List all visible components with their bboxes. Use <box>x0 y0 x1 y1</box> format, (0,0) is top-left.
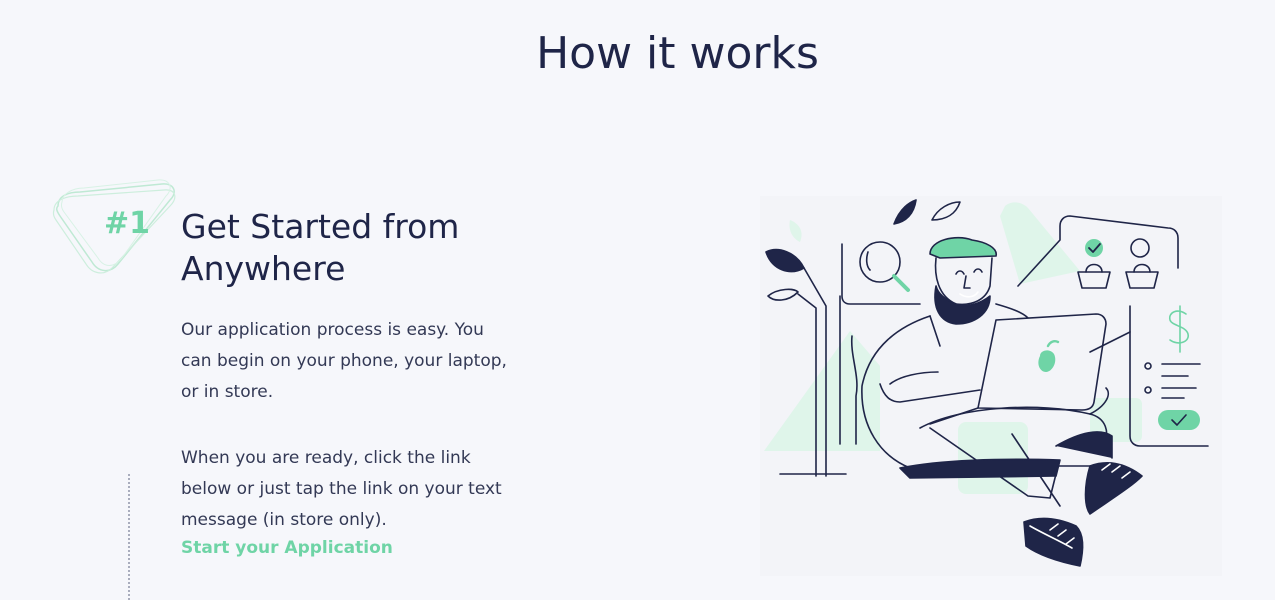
step-description-2: When you are ready, click the link below… <box>181 448 502 530</box>
shopping-basket-icon <box>1077 263 1111 289</box>
dollar-icon <box>1168 305 1189 353</box>
start-application-link[interactable]: Start your Application <box>181 538 393 558</box>
step-description-1: Our application process is easy. You can… <box>181 320 507 402</box>
user-icon <box>1125 238 1159 289</box>
timeline-connector <box>128 474 130 600</box>
step-number-badge: #1 <box>50 178 180 278</box>
check-icon <box>1085 239 1103 257</box>
section-title: How it works <box>536 28 819 79</box>
search-icon <box>859 241 910 292</box>
step-number: #1 <box>104 206 151 241</box>
step-title: Get Started from Anywhere <box>181 207 460 288</box>
person-with-laptop-illustration <box>760 196 1222 576</box>
laptop-icon <box>977 313 1107 411</box>
